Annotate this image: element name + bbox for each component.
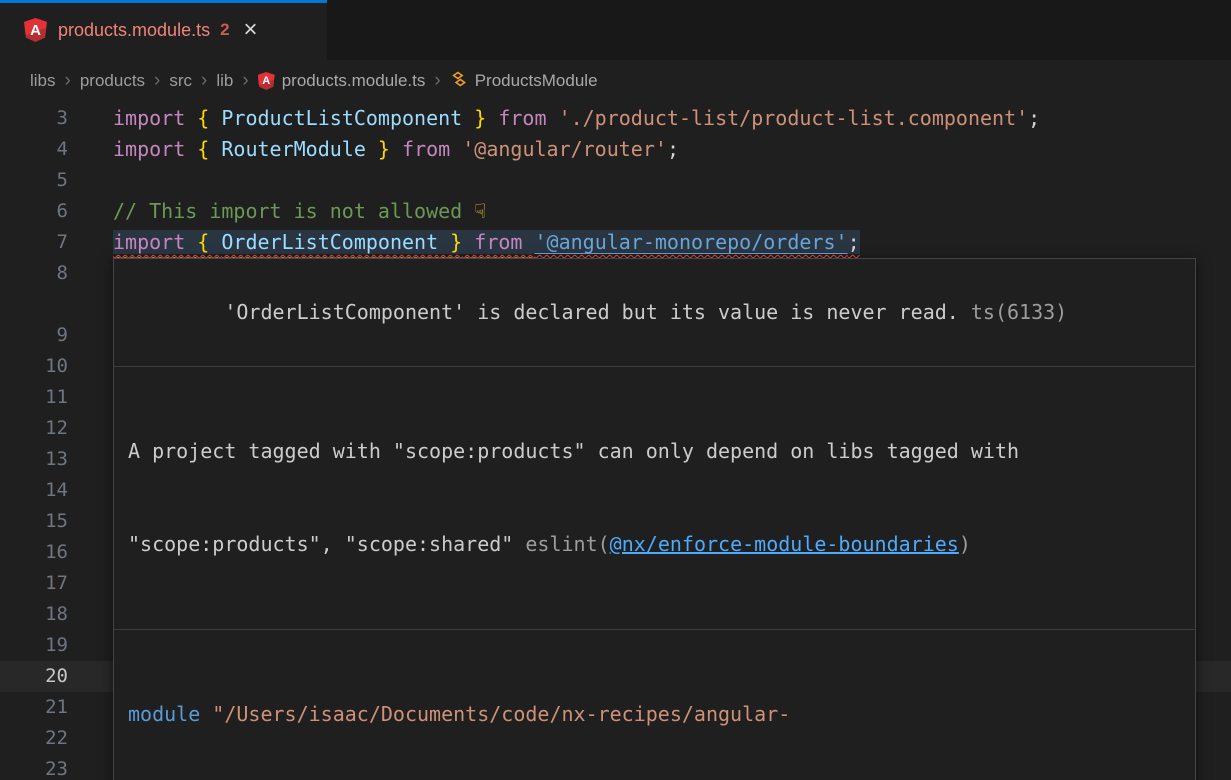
vscode-window: products.module.ts 2 × libs › products ›… [0, 0, 1231, 780]
breadcrumb-item-products[interactable]: products [80, 71, 145, 91]
chevron-right-icon: › [201, 70, 207, 92]
error-squiggle: import { OrderListComponent } from '@ang… [113, 230, 860, 254]
code-line-text: // This import is not allowed ☟ [113, 196, 486, 227]
diagnostic-eslint-line1: A project tagged with "scope:products" c… [128, 436, 1181, 467]
line-number: 8 [0, 258, 68, 289]
diagnostic-typescript: 'OrderListComponent' is declared but its… [114, 259, 1195, 367]
line-number: 13 [0, 444, 68, 475]
active-tab-indicator [0, 0, 327, 3]
chevron-right-icon: › [154, 70, 160, 92]
tab-problem-count-badge: 2 [220, 20, 229, 40]
code-line: 3 import { ProductListComponent } from '.… [0, 103, 1231, 134]
line-number: 9 [0, 320, 68, 351]
diagnostic-eslint-line2: "scope:products", "scope:shared" eslint(… [128, 529, 1181, 560]
line-number: 3 [0, 103, 68, 134]
line-number: 14 [0, 475, 68, 506]
tab-products-module[interactable]: products.module.ts 2 × [0, 0, 327, 60]
line-number: 21 [0, 692, 68, 723]
line-number: 17 [0, 568, 68, 599]
code-line-text: import { OrderListComponent } from '@ang… [113, 227, 860, 258]
angular-file-icon [258, 72, 275, 90]
class-symbol-icon [450, 70, 468, 93]
code-line: 7 import { OrderListComponent } from '@an… [0, 227, 1231, 258]
angular-file-icon [24, 18, 47, 42]
line-number: 10 [0, 351, 68, 382]
line-number: 16 [0, 537, 68, 568]
chevron-right-icon: › [434, 70, 440, 92]
chevron-right-icon: › [242, 70, 248, 92]
line-number: 7 [0, 227, 68, 258]
close-icon[interactable]: × [244, 18, 258, 42]
line-number: 23 [0, 754, 68, 780]
breadcrumb-item-libs[interactable]: libs [30, 71, 56, 91]
code-line-text: import { RouterModule } from '@angular/r… [113, 134, 679, 165]
line-number: 4 [0, 134, 68, 165]
line-number: 5 [0, 165, 68, 196]
line-number: 19 [0, 630, 68, 661]
module-info: module "/Users/isaac/Documents/code/nx-r… [114, 630, 1195, 780]
line-number: 15 [0, 506, 68, 537]
breadcrumb: libs › products › src › lib › products.m… [0, 60, 1231, 102]
code-line: 5 [0, 165, 1231, 196]
hover-popup: 'OrderListComponent' is declared but its… [113, 258, 1196, 780]
module-keyword: module [128, 702, 200, 726]
line-number: 22 [0, 723, 68, 754]
breadcrumb-item-file[interactable]: products.module.ts [258, 71, 426, 91]
code-line: 4 import { RouterModule } from '@angular/… [0, 134, 1231, 165]
breadcrumb-item-src[interactable]: src [169, 71, 192, 91]
chevron-right-icon: › [65, 70, 71, 92]
line-number: 20 [0, 661, 68, 692]
breadcrumb-item-lib[interactable]: lib [216, 71, 233, 91]
code-editor[interactable]: 3 import { ProductListComponent } from '.… [0, 102, 1231, 780]
code-line: 6 // This import is not allowed ☟ [0, 196, 1231, 227]
line-number: 12 [0, 413, 68, 444]
line-number: 6 [0, 196, 68, 227]
diagnostic-ts-message: 'OrderListComponent' is declared but its… [224, 300, 959, 324]
line-number: 18 [0, 599, 68, 630]
code-line-text: import { ProductListComponent } from './… [113, 103, 1040, 134]
breadcrumb-item-symbol[interactable]: ProductsModule [450, 70, 598, 93]
eslint-rule-link[interactable]: @nx/enforce-module-boundaries [610, 532, 959, 556]
diagnostic-eslint: A project tagged with "scope:products" c… [114, 367, 1195, 630]
tab-title: products.module.ts [58, 20, 210, 41]
diagnostic-ts-code: ts(6133) [959, 300, 1067, 324]
line-number: 11 [0, 382, 68, 413]
tab-bar: products.module.ts 2 × [0, 0, 1231, 60]
